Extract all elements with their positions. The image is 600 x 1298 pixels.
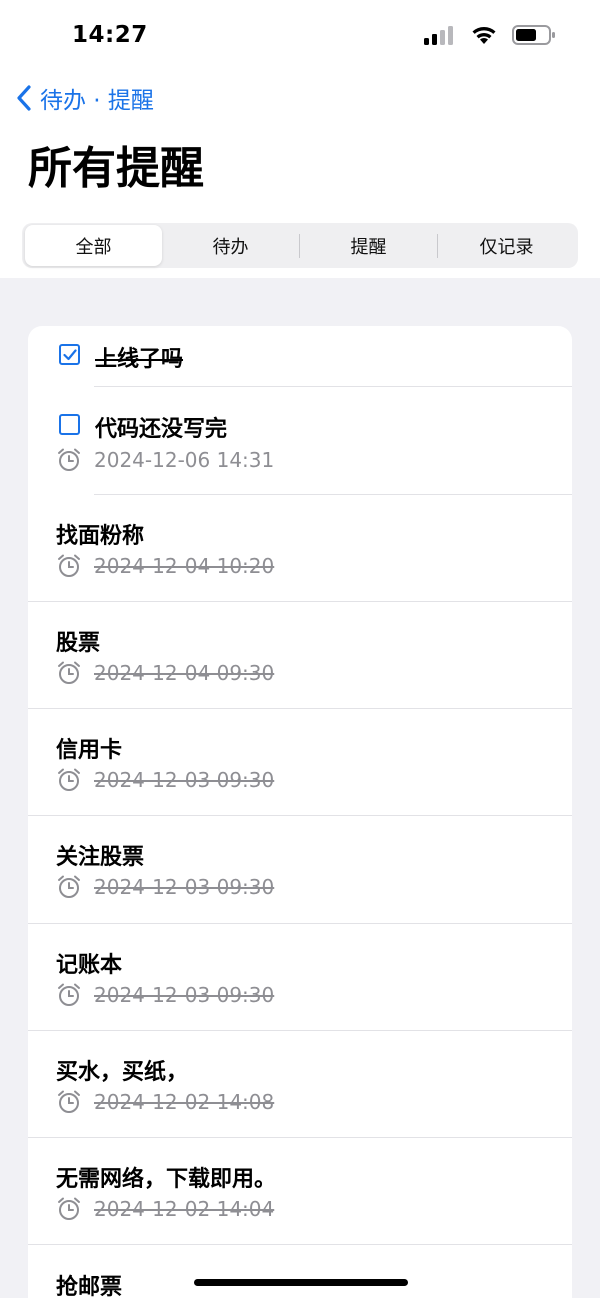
item-alarm: 2024-12-02 14:04 xyxy=(56,1196,274,1222)
item-alarm: 2024-12-02 14:08 xyxy=(56,1089,274,1115)
list-item[interactable]: 信用卡 2024-12-03 09:30 xyxy=(28,709,572,816)
checkmark-icon xyxy=(62,348,77,360)
alarm-clock-icon xyxy=(58,448,80,471)
list-item[interactable]: 股票 2024-12-04 09:30 xyxy=(28,602,572,709)
reminder-list-card: 上线了吗 代码还没写完 2024-12-06 14:31 找面粉称 2024-1… xyxy=(28,326,572,1298)
list-item[interactable]: 关注股票 2024-12-03 09:30 xyxy=(28,816,572,924)
list-item[interactable]: 找面粉称 2024-12-04 10:20 xyxy=(28,495,572,602)
item-date: 2024-12-04 09:30 xyxy=(94,661,275,685)
alarm-clock-icon xyxy=(58,875,80,898)
alarm-clock-icon xyxy=(58,983,80,1006)
item-alarm: 2024-12-03 09:30 xyxy=(56,767,274,793)
item-title: 抢邮票 xyxy=(56,1275,123,1298)
cellular-signal-icon xyxy=(424,26,453,45)
item-alarm: 2024-12-06 14:31 xyxy=(56,447,274,473)
item-date: 2024-12-03 09:30 xyxy=(94,875,275,899)
list-item[interactable]: 无需网络，下载即用。 2024-12-02 14:04 xyxy=(28,1138,572,1245)
back-button[interactable]: 待办 · 提醒 xyxy=(16,80,154,116)
status-time: 14:27 xyxy=(72,22,148,48)
item-date: 2024-12-02 14:08 xyxy=(94,1090,275,1114)
checkbox-checked[interactable] xyxy=(59,344,80,365)
back-label: 待办 · 提醒 xyxy=(40,88,154,114)
item-alarm: 2024-12-04 10:20 xyxy=(56,553,274,579)
alarm-clock-icon xyxy=(58,661,80,684)
tab-all[interactable]: 全部 xyxy=(25,225,162,266)
alarm-clock-icon xyxy=(58,1090,80,1113)
item-date: 2024-12-04 10:20 xyxy=(94,554,275,578)
home-indicator[interactable] xyxy=(194,1279,408,1286)
reminder-list-area: 上线了吗 代码还没写完 2024-12-06 14:31 找面粉称 2024-1… xyxy=(0,278,600,1298)
status-bar: 14:27 xyxy=(0,0,600,72)
item-alarm: 2024-12-03 09:30 xyxy=(56,874,274,900)
item-title: 信用卡 xyxy=(56,738,123,763)
tab-notes-only[interactable]: 仅记录 xyxy=(438,225,575,266)
item-title: 上线了吗 xyxy=(95,347,184,372)
list-item[interactable]: 买水，买纸， 2024-12-02 14:08 xyxy=(28,1031,572,1138)
list-item[interactable]: 上线了吗 xyxy=(28,326,572,387)
list-item[interactable]: 抢邮票 xyxy=(28,1245,572,1298)
battery-icon xyxy=(512,25,555,45)
wifi-icon xyxy=(472,27,496,44)
tab-reminder[interactable]: 提醒 xyxy=(300,225,437,266)
filter-segmented-control: 全部 待办 提醒 仅记录 xyxy=(22,223,578,268)
item-title: 关注股票 xyxy=(56,845,145,870)
item-title: 股票 xyxy=(56,631,101,656)
item-date: 2024-12-03 09:30 xyxy=(94,768,275,792)
item-date: 2024-12-06 14:31 xyxy=(94,448,275,472)
alarm-clock-icon xyxy=(58,1197,80,1220)
alarm-clock-icon xyxy=(58,554,80,577)
tab-todo[interactable]: 待办 xyxy=(162,225,299,266)
item-title: 买水，买纸， xyxy=(56,1060,189,1085)
item-alarm: 2024-12-04 09:30 xyxy=(56,660,274,686)
list-item[interactable]: 记账本 2024-12-03 09:30 xyxy=(28,924,572,1031)
chevron-left-icon xyxy=(17,85,31,111)
item-title: 记账本 xyxy=(56,953,123,978)
checkbox-unchecked[interactable] xyxy=(59,414,80,435)
item-title: 找面粉称 xyxy=(56,524,145,549)
item-title: 代码还没写完 xyxy=(95,417,228,442)
item-date: 2024-12-03 09:30 xyxy=(94,983,275,1007)
item-title: 无需网络，下载即用。 xyxy=(56,1167,277,1192)
page-title: 所有提醒 xyxy=(28,143,204,194)
alarm-clock-icon xyxy=(58,768,80,791)
item-alarm: 2024-12-03 09:30 xyxy=(56,982,274,1008)
status-icons xyxy=(424,24,556,46)
list-item[interactable]: 代码还没写完 2024-12-06 14:31 xyxy=(28,387,572,495)
item-date: 2024-12-02 14:04 xyxy=(94,1197,275,1221)
